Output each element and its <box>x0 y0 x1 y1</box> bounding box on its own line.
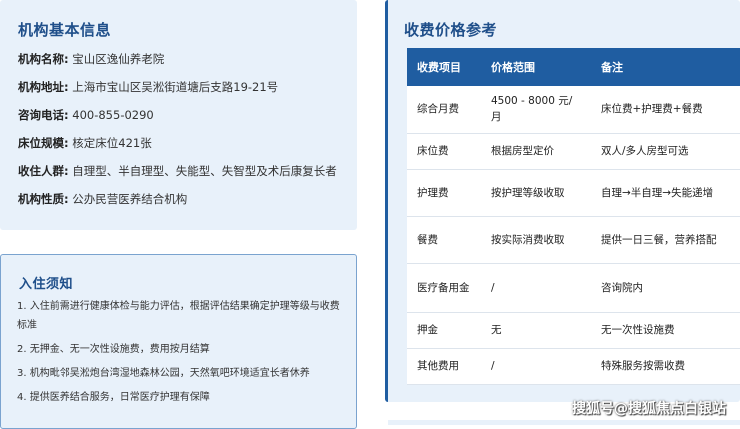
cell-item: 综合月费 <box>407 86 481 134</box>
table-row: 餐费 按实际消费收取 提供一日三餐，营养搭配 <box>407 216 740 264</box>
cell-note: 自理→半自理→失能递增 <box>591 169 740 217</box>
info-value: 自理型、半自理型、失能型、失智型及术后康复长者 <box>72 164 337 178</box>
admission-notice-title: 入住须知 <box>19 277 74 292</box>
info-row-beds: 床位规模: 核定床位421张 <box>18 135 152 151</box>
table-row: 医疗备用金 / 咨询院内 <box>407 263 740 313</box>
price-reference-card: 收费价格参考 收费项目 价格范围 备注 综合月费 4500 - 8000 元/月… <box>385 0 740 402</box>
cell-item: 护理费 <box>407 169 481 217</box>
price-table: 收费项目 价格范围 备注 综合月费 4500 - 8000 元/月 床位费+护理… <box>407 48 740 385</box>
info-row-residents: 收住人群: 自理型、半自理型、失能型、失智型及术后康复长者 <box>18 163 337 179</box>
info-label: 机构名称: <box>18 52 69 66</box>
info-label: 收住人群: <box>18 164 69 178</box>
info-value: 上海市宝山区吴淞街道塘后支路19-21号 <box>72 80 279 94</box>
info-row-nature: 机构性质: 公办民营医养结合机构 <box>18 191 187 207</box>
cell-note: 特殊服务按需收费 <box>591 348 740 385</box>
info-value: 公办民营医养结合机构 <box>72 192 188 206</box>
info-value: 核定床位421张 <box>72 136 152 150</box>
column-header-range: 价格范围 <box>481 48 591 86</box>
cell-item: 床位费 <box>407 133 481 170</box>
info-label: 机构性质: <box>18 192 69 206</box>
table-row: 综合月费 4500 - 8000 元/月 床位费+护理费+餐费 <box>407 86 740 134</box>
info-row-name: 机构名称: 宝山区逸仙养老院 <box>18 51 164 67</box>
list-item: 4. 提供医养结合服务，日常医疗护理有保障 <box>17 392 210 403</box>
info-value: 宝山区逸仙养老院 <box>72 52 165 66</box>
table-row: 押金 无 无一次性设施费 <box>407 312 740 349</box>
price-reference-title: 收费价格参考 <box>404 21 498 39</box>
cell-note: 无一次性设施费 <box>591 312 740 349</box>
notice-list: 1. 入住前需进行健康体检与能力评估，根据评估结果确定护理等级与收费标准 2. … <box>17 297 347 412</box>
table-header-row: 收费项目 价格范围 备注 <box>407 48 740 86</box>
institution-info-card: 机构基本信息 机构名称: 宝山区逸仙养老院 机构地址: 上海市宝山区吴淞街道塘后… <box>0 0 357 230</box>
cell-range: 4500 - 8000 元/月 <box>481 86 591 134</box>
info-label: 机构地址: <box>18 80 69 94</box>
column-header-item: 收费项目 <box>407 48 481 86</box>
next-card-edge <box>388 420 740 425</box>
list-item: 2. 无押金、无一次性设施费，费用按月结算 <box>17 344 210 355</box>
cell-range: 无 <box>481 312 591 349</box>
admission-notice-card: 入住须知 1. 入住前需进行健康体检与能力评估，根据评估结果确定护理等级与收费标… <box>0 254 357 429</box>
cell-range: / <box>481 348 591 385</box>
cell-note: 咨询院内 <box>591 263 740 313</box>
cell-item: 餐费 <box>407 216 481 264</box>
institution-info-title: 机构基本信息 <box>18 21 112 39</box>
cell-item: 医疗备用金 <box>407 263 481 313</box>
cell-item: 押金 <box>407 312 481 349</box>
column-header-note: 备注 <box>591 48 740 86</box>
cell-note: 床位费+护理费+餐费 <box>591 86 740 134</box>
cell-range: 按护理等级收取 <box>481 169 591 217</box>
list-item: 1. 入住前需进行健康体检与能力评估，根据评估结果确定护理等级与收费标准 <box>17 301 340 331</box>
cell-range: 按实际消费收取 <box>481 216 591 264</box>
cell-note: 提供一日三餐，营养搭配 <box>591 216 740 264</box>
info-row-address: 机构地址: 上海市宝山区吴淞街道塘后支路19-21号 <box>18 79 278 95</box>
cell-item: 其他费用 <box>407 348 481 385</box>
cell-range: 根据房型定价 <box>481 133 591 170</box>
watermark: 搜狐号@搜狐焦点白银站 <box>572 401 726 417</box>
info-value: 400-855-0290 <box>72 108 154 122</box>
info-row-phone: 咨询电话: 400-855-0290 <box>18 107 154 123</box>
table-row: 床位费 根据房型定价 双人/多人房型可选 <box>407 133 740 170</box>
info-label: 床位规模: <box>18 136 69 150</box>
cell-note: 双人/多人房型可选 <box>591 133 740 170</box>
table-row: 其他费用 / 特殊服务按需收费 <box>407 348 740 385</box>
info-label: 咨询电话: <box>18 108 69 122</box>
cell-range: / <box>481 263 591 313</box>
list-item: 3. 机构毗邻吴淞炮台湾湿地森林公园，天然氧吧环境适宜长者休养 <box>17 368 310 379</box>
table-row: 护理费 按护理等级收取 自理→半自理→失能递增 <box>407 169 740 217</box>
